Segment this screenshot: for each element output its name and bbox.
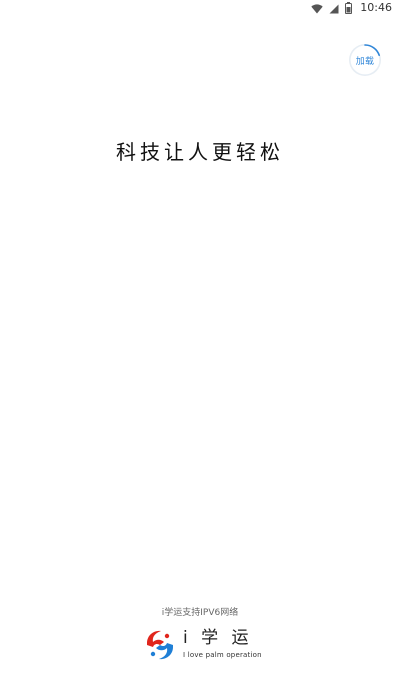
brand-tagline: I love palm operation [183,651,262,659]
loading-label: 加载 [355,56,375,67]
signal-icon [329,0,339,18]
status-icons: 10:46 [311,1,392,15]
status-time: 10:46 [360,1,392,14]
ipv6-support-note: i学运支持IPV6网络 [161,608,239,618]
loading-skip-button[interactable]: 加载 [349,44,381,76]
app-logo-icon [143,628,177,662]
wifi-icon [311,0,323,18]
footer: i学运支持IPV6网络 i 学 运 I love palm operation [0,606,400,666]
brand-name: i 学 运 [183,628,253,648]
splash-slogan: 科技让人更轻松 [116,140,284,164]
brand-lockup: i 学 运 I love palm operation [135,626,265,666]
battery-icon [345,0,353,18]
status-bar: 10:46 [0,0,400,16]
